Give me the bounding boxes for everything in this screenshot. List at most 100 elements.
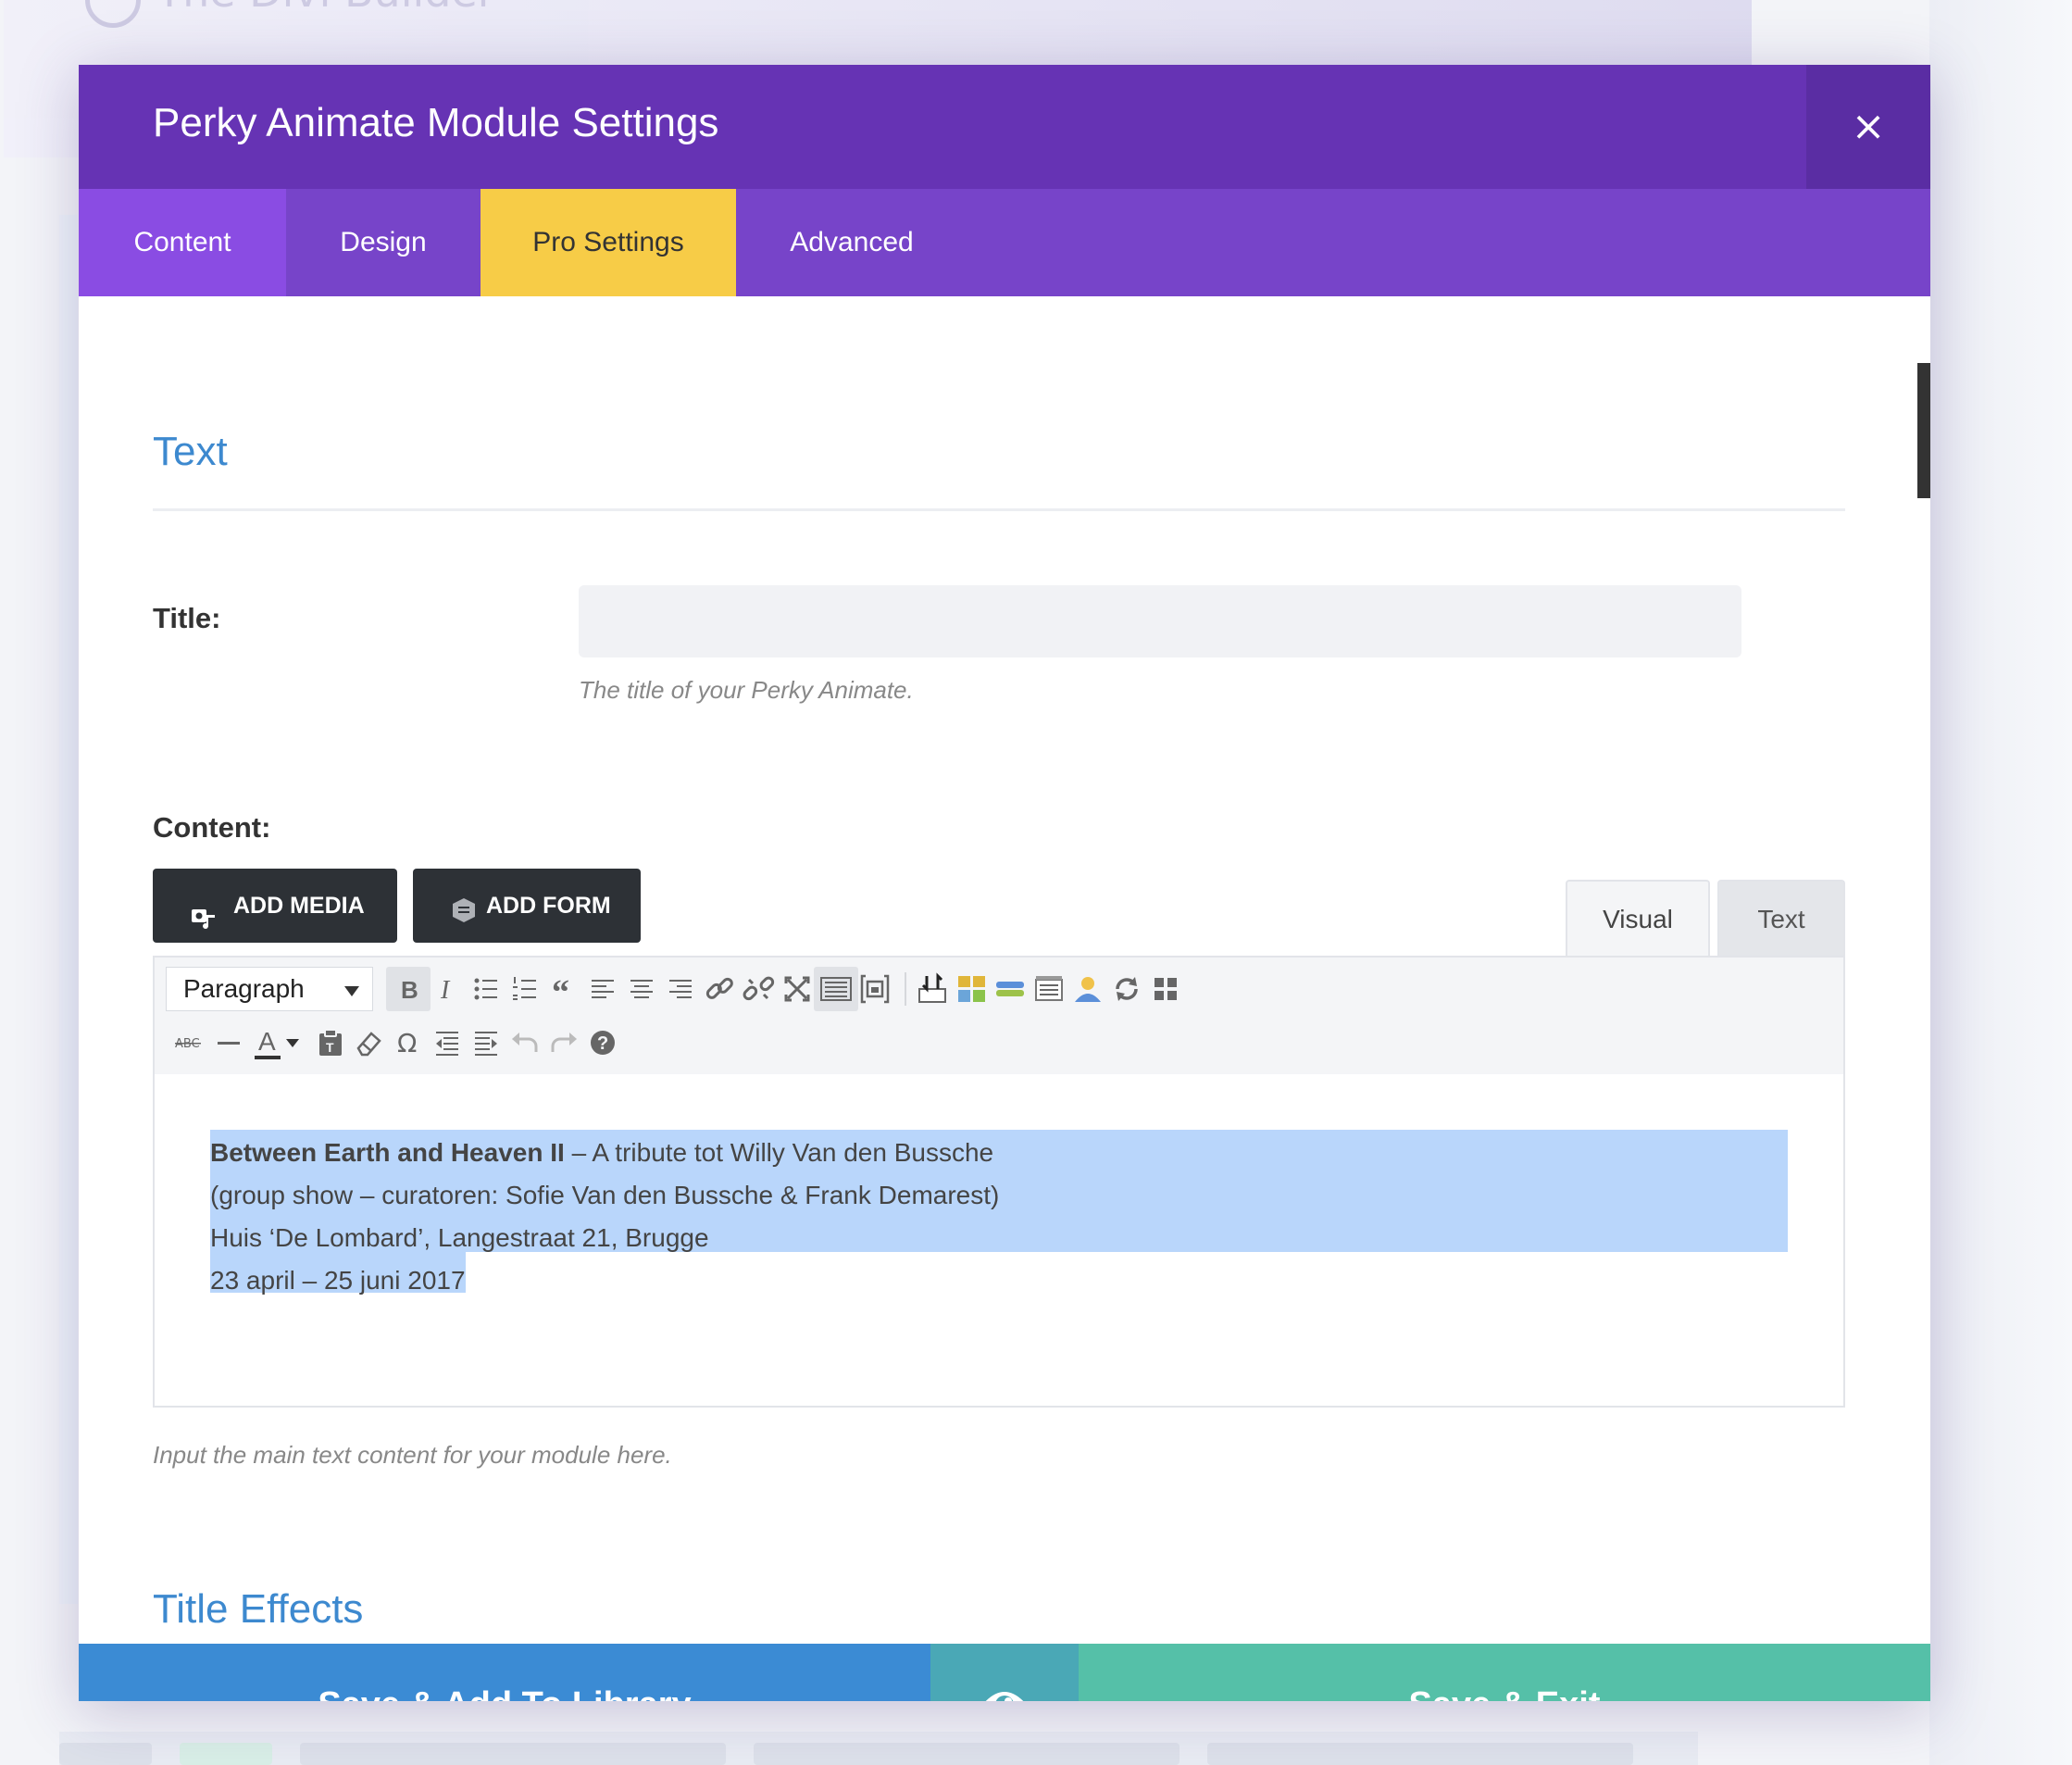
modal-footer: Save & Add To Library Save & Exit bbox=[79, 1644, 1930, 1701]
title-input[interactable] bbox=[579, 585, 1741, 657]
settings-tabs: Content Design Pro Settings Advanced bbox=[79, 189, 1930, 296]
tab-content[interactable]: Content bbox=[79, 189, 286, 296]
format-select-value: Paragraph bbox=[183, 974, 305, 1003]
align-center-button[interactable] bbox=[619, 967, 664, 1011]
fullscreen-button[interactable] bbox=[775, 967, 819, 1011]
scrollbar-thumb[interactable] bbox=[1917, 363, 1930, 498]
help-button[interactable]: ? bbox=[580, 1020, 625, 1065]
horizontal-line-icon bbox=[218, 1042, 240, 1045]
refresh-icon bbox=[1116, 977, 1138, 1001]
align-left-icon bbox=[592, 980, 614, 998]
horizontal-line-button[interactable] bbox=[206, 1020, 251, 1065]
bold-button[interactable]: B bbox=[386, 967, 431, 1011]
modal-body[interactable]: Text Title: The title of your Perky Anim… bbox=[79, 296, 1930, 1644]
builder-right-area bbox=[1929, 0, 2072, 1765]
text-tab[interactable]: Text bbox=[1717, 880, 1845, 956]
tab-advanced[interactable]: Advanced bbox=[736, 189, 967, 296]
section-heading-title-effects[interactable]: Title Effects bbox=[153, 1586, 363, 1633]
blockquote-button[interactable]: “ bbox=[542, 967, 586, 1012]
builder-bottom-row bbox=[59, 1732, 1698, 1765]
rich-text-editor: Paragraph B I “ ABC A T Ω ? Between Eart… bbox=[153, 956, 1845, 1408]
content-bold-text: Between Earth and Heaven II bbox=[210, 1138, 565, 1167]
italic-button[interactable]: I bbox=[425, 967, 469, 1011]
modal-header: Perky Animate Module Settings × bbox=[79, 65, 1930, 189]
save-add-library-button[interactable]: Save & Add To Library bbox=[79, 1644, 930, 1701]
eye-icon bbox=[985, 1692, 1024, 1701]
indent-button[interactable] bbox=[464, 1020, 508, 1065]
title-label: Title: bbox=[153, 602, 221, 634]
content-description: Input the main text content for your mod… bbox=[153, 1441, 672, 1469]
strikethrough-icon: ABC bbox=[175, 1037, 201, 1051]
text-color-dropdown[interactable] bbox=[281, 1020, 305, 1065]
refresh-button[interactable] bbox=[1105, 967, 1149, 1011]
bullet-list-icon bbox=[474, 978, 497, 1000]
preview-button[interactable] bbox=[930, 1644, 1079, 1701]
save-exit-button[interactable]: Save & Exit bbox=[1079, 1644, 1930, 1701]
eraser-icon bbox=[356, 1032, 381, 1057]
editor-content-area[interactable]: Between Earth and Heaven II – A tribute … bbox=[155, 1074, 1843, 1406]
add-media-button[interactable]: ADD MEDIA bbox=[153, 869, 397, 943]
user-shortcode-button[interactable] bbox=[1066, 967, 1110, 1011]
align-right-icon bbox=[669, 980, 692, 998]
remove-link-button[interactable] bbox=[736, 967, 780, 1011]
undo-button[interactable] bbox=[503, 1020, 547, 1065]
quote-icon: “ bbox=[552, 973, 569, 1012]
redo-button[interactable] bbox=[542, 1020, 586, 1065]
image-frame-icon bbox=[860, 974, 890, 1004]
divi-logo-icon bbox=[85, 0, 141, 28]
special-character-button[interactable]: Ω bbox=[386, 1020, 431, 1065]
svg-text:A: A bbox=[258, 1027, 276, 1056]
link-icon bbox=[705, 977, 733, 999]
strikethrough-button[interactable]: ABC bbox=[168, 1020, 212, 1065]
caret-down-icon bbox=[286, 1039, 299, 1047]
builder-left-strip bbox=[59, 215, 78, 1604]
paste-text-button[interactable]: T bbox=[308, 1020, 353, 1065]
numbered-list-button[interactable] bbox=[503, 967, 547, 1011]
insert-image-button[interactable] bbox=[853, 967, 897, 1011]
redo-icon bbox=[551, 1033, 577, 1052]
svg-text:B: B bbox=[401, 976, 418, 1004]
align-right-button[interactable] bbox=[658, 967, 703, 1011]
close-button[interactable]: × bbox=[1806, 65, 1930, 189]
row-handle bbox=[59, 1743, 152, 1765]
section-divider bbox=[153, 508, 1845, 511]
bold-icon: B bbox=[401, 976, 418, 1004]
modal-title: Perky Animate Module Settings bbox=[153, 100, 719, 145]
layout-grid-icon bbox=[958, 976, 985, 1002]
align-center-icon bbox=[630, 980, 653, 998]
unlink-icon bbox=[743, 976, 775, 1001]
clear-formatting-button[interactable] bbox=[347, 1020, 392, 1065]
section-heading-text[interactable]: Text bbox=[153, 429, 228, 475]
svg-text:?: ? bbox=[597, 1033, 608, 1054]
document-list-icon bbox=[1035, 976, 1063, 1001]
svg-text:“: “ bbox=[552, 973, 569, 1011]
content-line: Huis ‘De Lombard’, Langestraat 21, Brugg… bbox=[210, 1223, 709, 1252]
outdent-icon bbox=[436, 1032, 458, 1056]
insert-link-button[interactable] bbox=[697, 967, 742, 1011]
omega-icon: Ω bbox=[397, 1028, 417, 1058]
import-icon bbox=[918, 972, 946, 1003]
add-form-button[interactable]: ADD FORM bbox=[413, 869, 641, 943]
outdent-button[interactable] bbox=[425, 1020, 469, 1065]
keyboard-icon bbox=[820, 977, 852, 1001]
chevron-down-icon bbox=[344, 986, 359, 996]
tab-pro-settings[interactable]: Pro Settings bbox=[481, 189, 736, 296]
content-label: Content: bbox=[153, 811, 271, 844]
stacked-shortcodes-button[interactable] bbox=[988, 967, 1032, 1011]
grid-button[interactable] bbox=[1143, 967, 1188, 1011]
align-left-button[interactable] bbox=[580, 967, 625, 1011]
toolbar-toggle-button[interactable] bbox=[814, 967, 858, 1011]
module-block bbox=[1207, 1743, 1633, 1765]
bullet-list-button[interactable] bbox=[464, 967, 508, 1011]
tab-design[interactable]: Design bbox=[286, 189, 481, 296]
visual-tab[interactable]: Visual bbox=[1566, 880, 1710, 956]
list-shortcodes-button[interactable] bbox=[1027, 967, 1071, 1011]
format-select[interactable]: Paragraph bbox=[166, 967, 373, 1011]
help-icon: ? bbox=[591, 1031, 615, 1055]
layout-shortcodes-button[interactable] bbox=[949, 967, 993, 1011]
stack-icon bbox=[996, 982, 1024, 996]
fullscreen-icon bbox=[784, 976, 810, 1002]
user-icon bbox=[1075, 977, 1101, 1002]
svg-text:I: I bbox=[440, 976, 451, 1005]
import-button[interactable] bbox=[910, 967, 955, 1011]
